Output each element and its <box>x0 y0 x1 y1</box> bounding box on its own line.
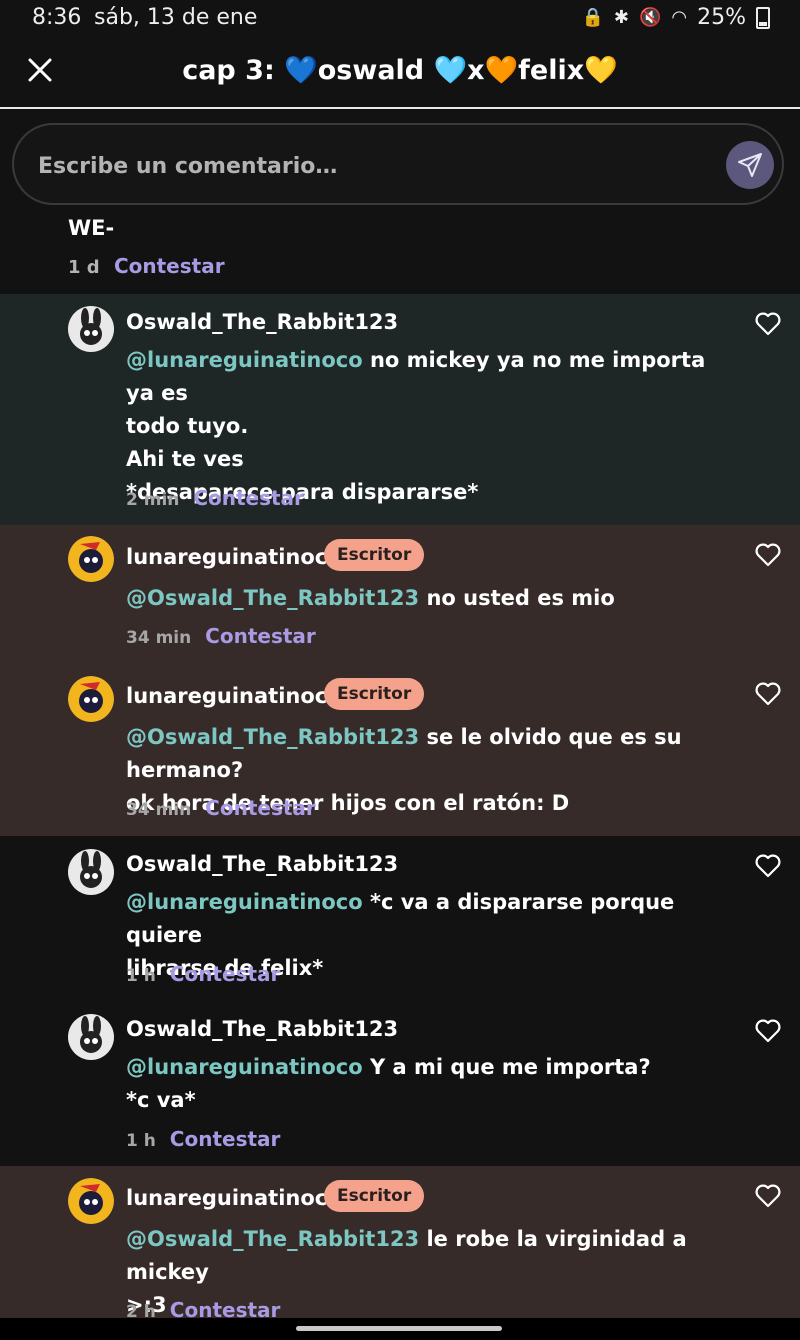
comment-text-line: Ahi te ves <box>126 447 244 471</box>
mention-link[interactable]: @Oswald_The_Rabbit123 <box>126 725 419 749</box>
comment-meta: 34 min Contestar <box>126 624 316 648</box>
like-heart-icon[interactable] <box>754 310 782 338</box>
like-heart-icon[interactable] <box>754 1182 782 1210</box>
avatar[interactable] <box>68 306 114 352</box>
comment-username[interactable]: lunareguinatinoco <box>126 684 342 708</box>
header-divider <box>0 107 800 109</box>
comment-body: @lunareguinatinoco Y a mi que me importa… <box>126 1051 706 1117</box>
rabbit-avatar-icon <box>80 851 102 888</box>
status-bar: 8:36 sáb, 13 de ene 🔒 ✱ 🔇 ◠ 25% <box>0 0 800 36</box>
comment-time: 1 h <box>126 966 156 986</box>
mention-link[interactable]: @lunareguinatinoco <box>126 1055 363 1079</box>
reply-time: 1 d <box>68 257 100 278</box>
reply-item: WE- 1 d Contestar <box>0 210 800 294</box>
reply-button[interactable]: Contestar <box>170 962 281 986</box>
comment-username[interactable]: lunareguinatinoco <box>126 545 342 569</box>
mention-link[interactable]: @lunareguinatinoco <box>126 348 363 372</box>
status-date: sáb, 13 de ene <box>94 5 258 30</box>
writer-badge: Escritor <box>324 1180 425 1212</box>
comment-item: Oswald_The_Rabbit123 @lunareguinatinoco … <box>0 836 800 1001</box>
status-icons: 🔒 ✱ 🔇 ◠ 25% <box>581 5 770 30</box>
comment-item: lunareguinatinoco Escritor @Oswald_The_R… <box>0 665 800 836</box>
like-heart-icon[interactable] <box>754 680 782 708</box>
mention-link[interactable]: @lunareguinatinoco <box>126 890 363 914</box>
comment-time: 2 h <box>126 1302 156 1318</box>
character-avatar-icon <box>68 676 114 722</box>
comment-item: lunareguinatinoco Escritor @Oswald_The_R… <box>0 525 800 665</box>
rabbit-avatar-icon <box>80 308 102 345</box>
reply-button[interactable]: Contestar <box>193 486 304 510</box>
character-avatar-icon <box>68 536 114 582</box>
comment-username[interactable]: Oswald_The_Rabbit123 <box>126 852 398 876</box>
comment-meta: 2 min Contestar <box>126 486 304 510</box>
writer-badge: Escritor <box>324 539 425 571</box>
avatar[interactable] <box>68 1014 114 1060</box>
rabbit-avatar-icon <box>80 1016 102 1053</box>
status-time: 8:36 <box>32 5 82 30</box>
comment-composer <box>12 123 784 205</box>
character-avatar-icon <box>68 1178 114 1224</box>
comment-text-line: todo tuyo. <box>126 414 249 438</box>
comment-body: @lunareguinatinoco no mickey ya no me im… <box>126 344 706 509</box>
navigation-bar <box>0 1318 800 1340</box>
mention-link[interactable]: @Oswald_The_Rabbit123 <box>126 586 419 610</box>
comment-meta: 1 h Contestar <box>126 1127 280 1151</box>
send-icon <box>738 153 762 177</box>
comment-meta: 1 h Contestar <box>126 962 280 986</box>
reply-meta: 1 d Contestar <box>68 254 225 278</box>
battery-percent: 25% <box>697 5 746 30</box>
comment-body: @Oswald_The_Rabbit123 no usted es mio <box>126 582 706 615</box>
comment-text-line: no usted es mio <box>426 586 615 610</box>
reply-button[interactable]: Contestar <box>170 1298 281 1318</box>
home-gesture-handle[interactable] <box>296 1326 502 1331</box>
comment-time: 1 h <box>126 1131 156 1151</box>
comment-item: lunareguinatinoco Escritor @Oswald_The_R… <box>0 1166 800 1318</box>
reply-text: WE- <box>68 216 115 240</box>
comment-text-line: Y a mi que me importa? <box>369 1055 651 1079</box>
reply-button[interactable]: Contestar <box>205 624 316 648</box>
comment-time: 34 min <box>126 628 192 648</box>
comment-meta: 34 min Contestar <box>126 796 316 820</box>
reply-button[interactable]: Contestar <box>114 254 225 278</box>
lock-icon: 🔒 <box>581 7 604 28</box>
comment-time: 34 min <box>126 800 192 820</box>
comment-username[interactable]: Oswald_The_Rabbit123 <box>126 1017 398 1041</box>
like-heart-icon[interactable] <box>754 1017 782 1045</box>
like-heart-icon[interactable] <box>754 852 782 880</box>
wifi-icon: ◠ <box>671 7 688 28</box>
comment-input[interactable] <box>36 143 690 189</box>
avatar[interactable] <box>68 676 114 722</box>
mute-icon: 🔇 <box>638 7 662 28</box>
page-title: cap 3: 💙oswald 🩵x🧡felix💛 <box>182 55 618 86</box>
battery-icon <box>756 6 770 29</box>
mention-link[interactable]: @Oswald_The_Rabbit123 <box>126 1227 419 1251</box>
reply-button[interactable]: Contestar <box>170 1127 281 1151</box>
avatar[interactable] <box>68 1178 114 1224</box>
bluetooth-icon: ✱ <box>613 7 629 28</box>
avatar[interactable] <box>68 849 114 895</box>
comment-time: 2 min <box>126 490 180 510</box>
comment-item: Oswald_The_Rabbit123 @lunareguinatinoco … <box>0 1001 800 1166</box>
comment-meta: 2 h Contestar <box>126 1298 280 1318</box>
avatar[interactable] <box>68 536 114 582</box>
comment-username[interactable]: Oswald_The_Rabbit123 <box>126 310 398 334</box>
reply-button[interactable]: Contestar <box>205 796 316 820</box>
comment-text-line: *c va* <box>126 1088 196 1112</box>
comment-username[interactable]: lunareguinatinoco <box>126 1186 342 1210</box>
comment-item: Oswald_The_Rabbit123 @lunareguinatinoco … <box>0 294 800 525</box>
like-heart-icon[interactable] <box>754 541 782 569</box>
send-button[interactable] <box>726 141 774 189</box>
writer-badge: Escritor <box>324 678 425 710</box>
header: cap 3: 💙oswald 🩵x🧡felix💛 <box>0 36 800 108</box>
